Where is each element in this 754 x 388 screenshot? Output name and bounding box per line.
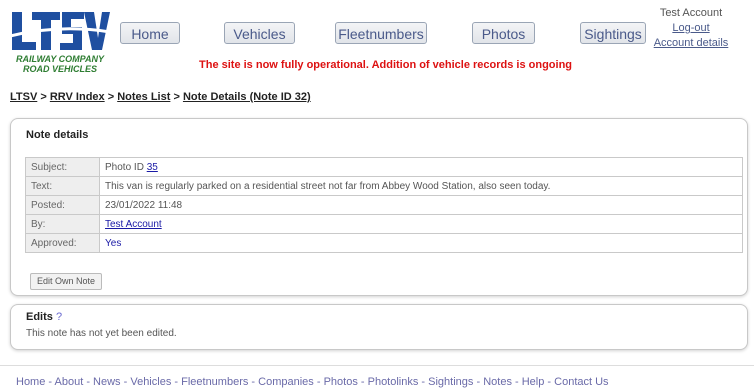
footer-links: Home - About - News - Vehicles - Fleetnu… — [16, 376, 609, 388]
by-value: Test Account — [99, 214, 743, 234]
site-status-banner: The site is now fully operational. Addit… — [199, 59, 573, 71]
table-row: Approved: Yes — [25, 233, 743, 253]
edit-own-note-button[interactable]: Edit Own Note — [30, 273, 103, 290]
posted-label: Posted: — [25, 195, 100, 215]
logout-link[interactable]: Log-out — [636, 21, 746, 36]
edits-title-text: Edits — [26, 311, 53, 323]
account-panel: Test Account Log-out Account details — [636, 6, 746, 51]
breadcrumb: LTSV > RRV Index > Notes List > Note Det… — [10, 91, 311, 103]
footer-link-vehicles[interactable]: Vehicles — [130, 376, 171, 388]
edits-status-text: This note has not yet been edited. — [26, 328, 177, 339]
footer-separator: - — [418, 376, 429, 388]
breadcrumb-note-details[interactable]: Note Details (Note ID 32) — [183, 91, 311, 103]
breadcrumb-ltsv[interactable]: LTSV — [10, 91, 37, 103]
footer-separator: - — [120, 376, 131, 388]
footer-link-help[interactable]: Help — [522, 376, 545, 388]
footer-separator: - — [313, 376, 324, 388]
footer-separator: - — [83, 376, 94, 388]
footer-link-sightings[interactable]: Sightings — [428, 376, 473, 388]
footer-link-about[interactable]: About — [55, 376, 84, 388]
note-text-value: This van is regularly parked on a reside… — [99, 176, 743, 196]
subject-label: Subject: — [25, 157, 100, 177]
table-row: Text: This van is regularly parked on a … — [25, 176, 743, 196]
footer-link-photos[interactable]: Photos — [324, 376, 358, 388]
nav-home-button[interactable]: Home — [120, 22, 180, 44]
approved-label: Approved: — [25, 233, 100, 253]
account-name: Test Account — [659, 7, 723, 19]
footer-link-fleetnumbers[interactable]: Fleetnumbers — [181, 376, 248, 388]
author-link[interactable]: Test Account — [105, 219, 162, 230]
help-icon[interactable]: ? — [56, 311, 62, 323]
footer-separator: - — [45, 376, 55, 388]
posted-value: 23/01/2022 11:48 — [99, 195, 743, 215]
breadcrumb-separator: > — [37, 91, 50, 103]
footer-link-contact-us[interactable]: Contact Us — [554, 376, 608, 388]
table-row: By: Test Account — [25, 214, 743, 234]
edits-title: Edits ? — [26, 311, 62, 323]
footer-separator: - — [248, 376, 259, 388]
table-row: Subject: Photo ID 35 — [25, 157, 743, 177]
logo-subtitle-line2: ROAD VEHICLES — [22, 64, 97, 74]
text-label: Text: — [25, 176, 100, 196]
breadcrumb-separator: > — [170, 91, 183, 103]
ltsv-logo-icon — [10, 12, 110, 50]
footer-divider — [0, 365, 754, 366]
note-details-title: Note details — [26, 129, 89, 141]
note-details-panel: Note details Subject: Photo ID 35 Text: … — [10, 118, 748, 296]
subject-text: Photo ID — [105, 161, 147, 173]
note-details-table: Subject: Photo ID 35 Text: This van is r… — [25, 157, 743, 253]
footer-separator: - — [171, 376, 182, 388]
edits-panel: Edits ? This note has not yet been edite… — [10, 304, 748, 350]
breadcrumb-notes-list[interactable]: Notes List — [117, 91, 170, 103]
approved-value: Yes — [99, 233, 743, 253]
footer-separator: - — [473, 376, 484, 388]
by-label: By: — [25, 214, 100, 234]
breadcrumb-separator: > — [104, 91, 118, 103]
account-details-link[interactable]: Account details — [636, 36, 746, 51]
nav-photos-button[interactable]: Photos — [472, 22, 535, 44]
footer-link-home[interactable]: Home — [16, 376, 45, 388]
footer-link-companies[interactable]: Companies — [258, 376, 314, 388]
logo-subtitle-line1: RAILWAY COMPANY — [15, 54, 104, 64]
subject-value: Photo ID 35 — [99, 157, 743, 177]
logo-subtitle: RAILWAY COMPANY ROAD VEHICLES — [10, 54, 110, 74]
footer-separator: - — [544, 376, 555, 388]
footer-separator: - — [357, 376, 368, 388]
nav-vehicles-button[interactable]: Vehicles — [224, 22, 295, 44]
footer-separator: - — [511, 376, 522, 388]
table-row: Posted: 23/01/2022 11:48 — [25, 195, 743, 215]
footer-link-news[interactable]: News — [93, 376, 121, 388]
approved-link[interactable]: Yes — [105, 238, 121, 249]
footer-link-notes[interactable]: Notes — [483, 376, 512, 388]
nav-fleetnumbers-button[interactable]: Fleetnumbers — [335, 22, 427, 44]
footer-link-photolinks[interactable]: Photolinks — [368, 376, 419, 388]
breadcrumb-rrv-index[interactable]: RRV Index — [50, 91, 105, 103]
site-logo[interactable]: RAILWAY COMPANY ROAD VEHICLES — [10, 8, 110, 78]
photo-id-link[interactable]: 35 — [147, 162, 158, 173]
